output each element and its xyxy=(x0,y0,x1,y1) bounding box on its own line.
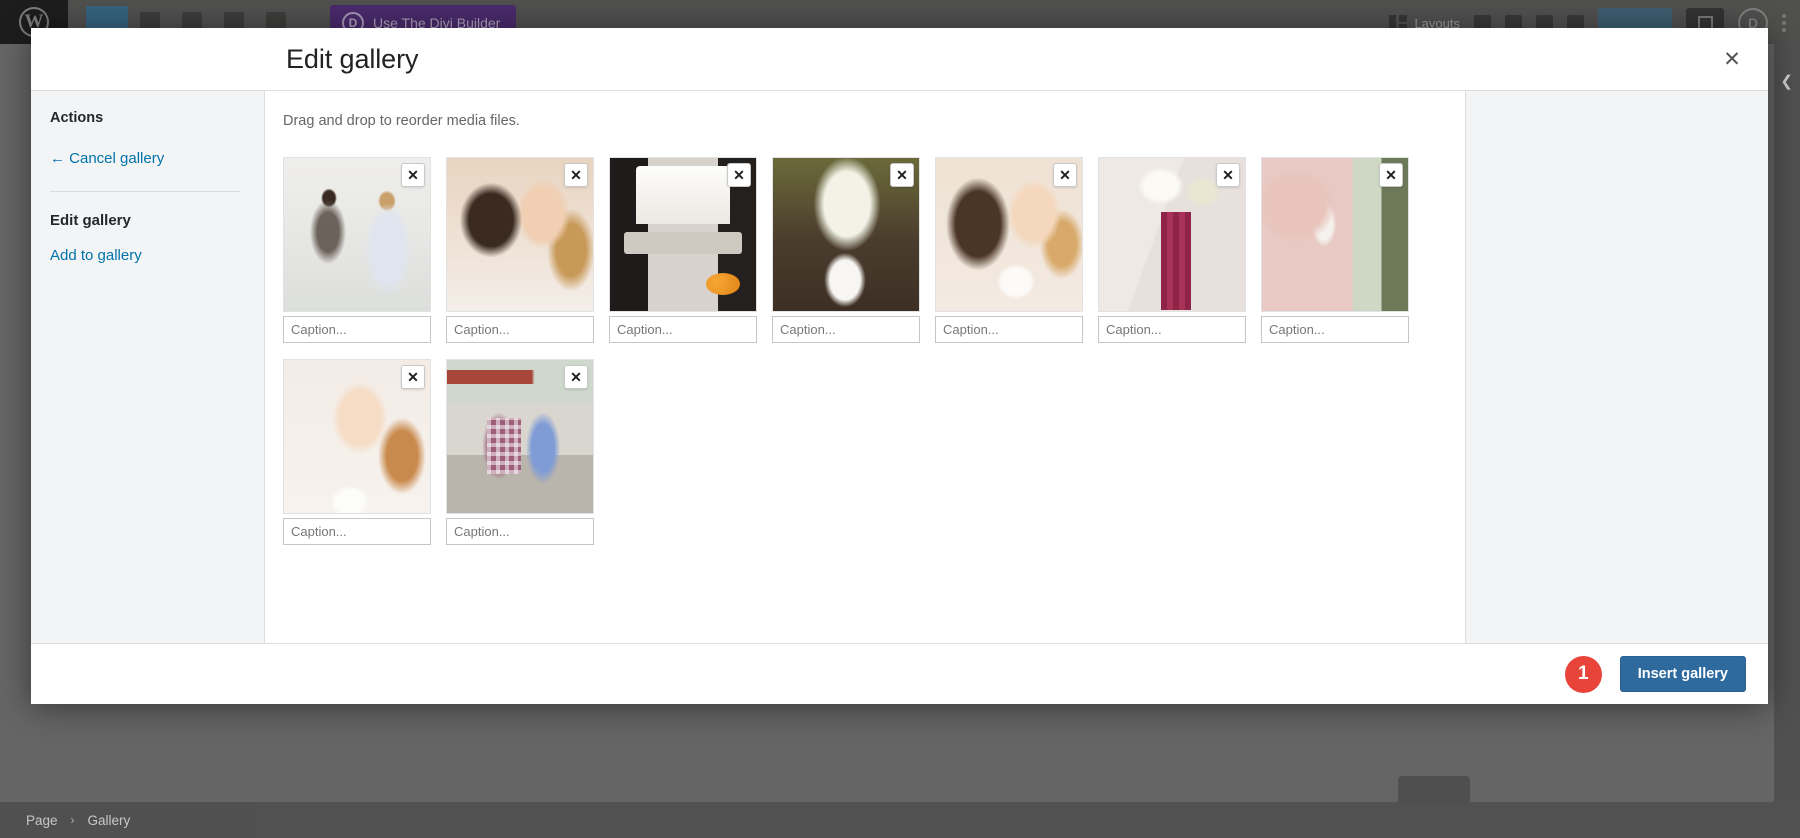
gallery-thumbnail[interactable]: ✕ xyxy=(1098,157,1246,312)
caption-input[interactable] xyxy=(283,316,431,343)
caption-input[interactable] xyxy=(609,316,757,343)
close-icon[interactable]: ✕ xyxy=(1710,37,1754,81)
gallery-thumbnail[interactable]: ✕ xyxy=(283,157,431,312)
gallery-item[interactable]: ✕ xyxy=(283,157,431,343)
remove-image-icon[interactable]: ✕ xyxy=(1216,163,1240,187)
remove-image-icon[interactable]: ✕ xyxy=(564,365,588,389)
remove-image-icon[interactable]: ✕ xyxy=(1379,163,1403,187)
gallery-thumbnail[interactable]: ✕ xyxy=(935,157,1083,312)
breadcrumb-separator-icon: › xyxy=(71,813,75,827)
gallery-item[interactable]: ✕ xyxy=(772,157,920,343)
sidebar-divider xyxy=(50,191,240,192)
sidebar-item-edit-gallery[interactable]: Edit gallery xyxy=(50,212,240,229)
gallery-thumbnail[interactable]: ✕ xyxy=(446,157,594,312)
reorder-instructions: Drag and drop to reorder media files. xyxy=(265,91,1465,129)
builder-right-rail xyxy=(1774,44,1800,802)
attachment-details-panel xyxy=(1465,91,1768,643)
gallery-thumbnail[interactable]: ✕ xyxy=(283,359,431,514)
caption-input[interactable] xyxy=(772,316,920,343)
gallery-item[interactable]: ✕ xyxy=(935,157,1083,343)
more-options-icon[interactable] xyxy=(1782,14,1786,32)
caption-input[interactable] xyxy=(1261,316,1409,343)
sidebar-item-cancel-gallery[interactable]: ← Cancel gallery xyxy=(50,150,240,167)
remove-image-icon[interactable]: ✕ xyxy=(401,365,425,389)
modal-sidebar: Actions ← Cancel gallery Edit gallery Ad… xyxy=(31,91,265,643)
gallery-thumbnail[interactable]: ✕ xyxy=(772,157,920,312)
gallery-item[interactable]: ✕ xyxy=(1261,157,1409,343)
modal-footer: 1 Insert gallery xyxy=(31,643,1768,704)
gallery-thumbnail[interactable]: ✕ xyxy=(446,359,594,514)
builder-bottom-tab xyxy=(1398,776,1470,802)
caption-input[interactable] xyxy=(1098,316,1246,343)
caption-input[interactable] xyxy=(283,518,431,545)
page-title: Edit gallery xyxy=(286,44,418,75)
gallery-thumbnail-grid[interactable]: ✕ ✕ ✕ ✕ ✕ ✕ ✕ ✕ ✕ xyxy=(265,129,1465,643)
caption-input[interactable] xyxy=(446,316,594,343)
edit-gallery-modal: Edit gallery ✕ Actions ← Cancel gallery … xyxy=(31,28,1768,704)
caption-input[interactable] xyxy=(935,316,1083,343)
gallery-thumbnail[interactable]: ✕ xyxy=(609,157,757,312)
modal-body: Actions ← Cancel gallery Edit gallery Ad… xyxy=(31,91,1768,643)
remove-image-icon[interactable]: ✕ xyxy=(890,163,914,187)
collapse-panel-icon[interactable]: ❮ xyxy=(1780,72,1793,90)
gallery-thumbnail[interactable]: ✕ xyxy=(1261,157,1409,312)
remove-image-icon[interactable]: ✕ xyxy=(1053,163,1077,187)
remove-image-icon[interactable]: ✕ xyxy=(401,163,425,187)
sidebar-heading-actions: Actions xyxy=(50,110,240,126)
breadcrumb-item-page[interactable]: Page xyxy=(26,813,58,828)
modal-header: Edit gallery ✕ xyxy=(31,28,1768,91)
gallery-item[interactable]: ✕ xyxy=(446,157,594,343)
breadcrumb-item-gallery[interactable]: Gallery xyxy=(88,813,131,828)
breadcrumb: Page › Gallery xyxy=(0,802,1800,838)
remove-image-icon[interactable]: ✕ xyxy=(564,163,588,187)
remove-image-icon[interactable]: ✕ xyxy=(727,163,751,187)
sidebar-item-add-to-gallery[interactable]: Add to gallery xyxy=(50,247,240,264)
insert-gallery-button[interactable]: Insert gallery xyxy=(1620,656,1746,692)
gallery-item[interactable]: ✕ xyxy=(283,359,431,545)
step-badge: 1 xyxy=(1565,656,1602,693)
caption-input[interactable] xyxy=(446,518,594,545)
gallery-editor: Drag and drop to reorder media files. ✕✕… xyxy=(265,91,1465,643)
gallery-item[interactable]: ✕ xyxy=(1098,157,1246,343)
gallery-item[interactable]: ✕ xyxy=(609,157,757,343)
gallery-item[interactable]: ✕ xyxy=(446,359,594,545)
